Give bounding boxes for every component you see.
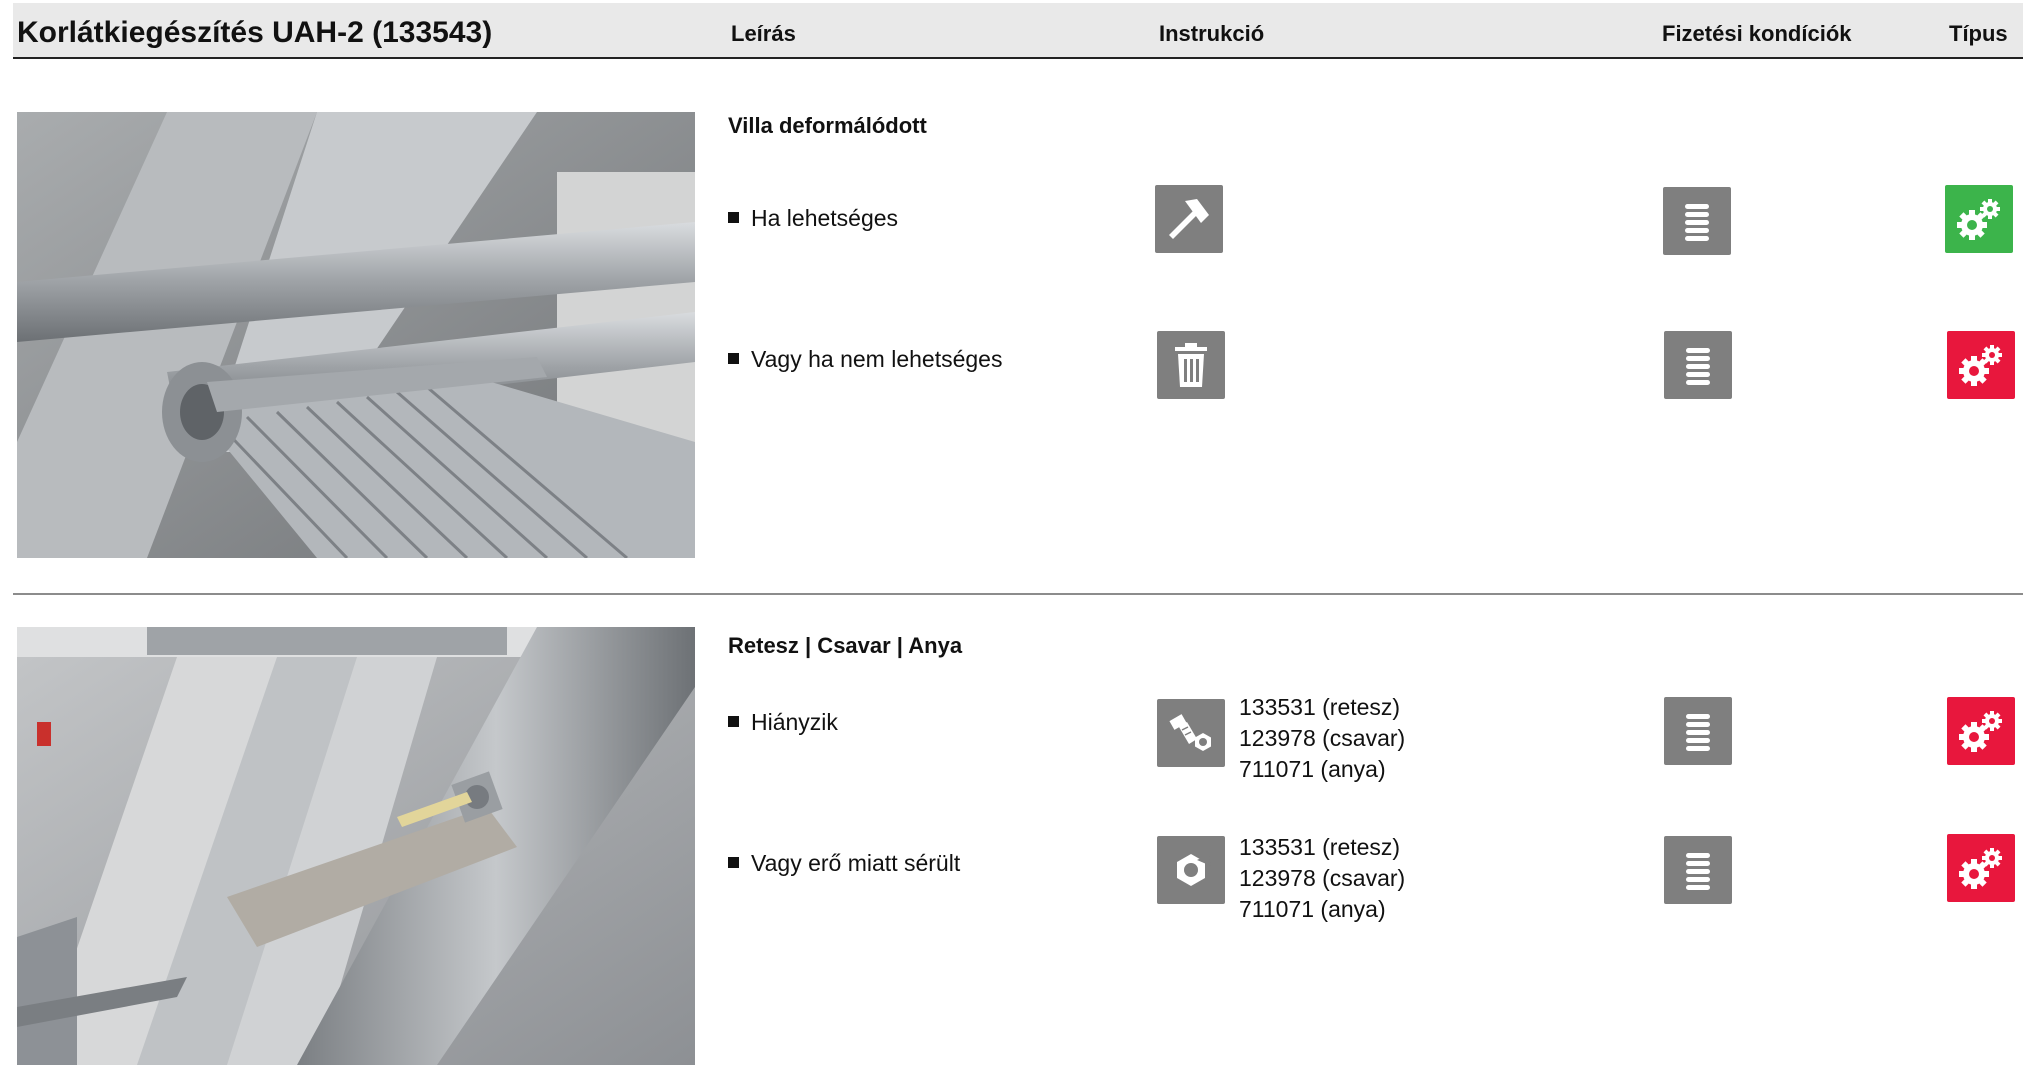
coins-icon [1663,187,1731,255]
column-header-payment: Fizetési kondíciók [1662,21,1852,46]
bullet-icon [728,716,739,727]
photo-fork-deformed [17,112,695,558]
section-title-bolt: Retesz | Csavar | Anya [728,633,963,658]
list-item: Ha lehetséges [728,205,898,232]
gears-icon [1947,697,2015,765]
part-number: 711071 (anya) [1239,756,1386,782]
part-number: 123978 (csavar) [1239,865,1406,891]
bullet-icon [728,353,739,364]
section-divider [13,593,2023,595]
column-header-description: Leírás [731,21,796,46]
gears-icon [1947,834,2015,902]
coins-icon [1664,331,1732,399]
photo-bolt-nut [17,627,695,1065]
part-number: 711071 (anya) [1239,896,1386,922]
table-header: Korlátkiegészítés UAH-2 (133543) Leírás … [13,3,2023,59]
page-title: Korlátkiegészítés UAH-2 (133543) [17,16,493,49]
part-number: 123978 (csavar) [1239,725,1406,751]
gears-icon [1947,331,2015,399]
column-header-type: Típus [1949,21,2008,46]
gears-icon [1945,185,2013,253]
section-title-fork: Villa deformálódott [728,113,927,138]
list-item: Vagy ha nem lehetséges [728,346,1002,373]
trash-icon [1157,331,1225,399]
row-label: Vagy erő miatt sérült [751,850,961,876]
part-number: 133531 (retesz) [1239,834,1401,860]
bullet-icon [728,212,739,223]
bolt-nut-icon [1157,699,1225,767]
row-label: Hiányzik [751,709,838,735]
part-numbers-list: 133531 (retesz) 123978 (csavar) 711071 (… [1239,692,1405,785]
row-label: Ha lehetséges [751,205,899,231]
coins-icon [1664,836,1732,904]
column-header-instruction: Instrukció [1159,21,1265,46]
list-item: Vagy erő miatt sérült [728,850,960,877]
hammer-icon [1155,185,1223,253]
row-label: Vagy ha nem lehetséges [751,346,1003,372]
list-item: Hiányzik [728,709,838,736]
part-number: 133531 (retesz) [1239,694,1401,720]
nut-icon [1157,836,1225,904]
coins-icon [1664,697,1732,765]
part-numbers-list: 133531 (retesz) 123978 (csavar) 711071 (… [1239,832,1405,925]
bullet-icon [728,857,739,868]
